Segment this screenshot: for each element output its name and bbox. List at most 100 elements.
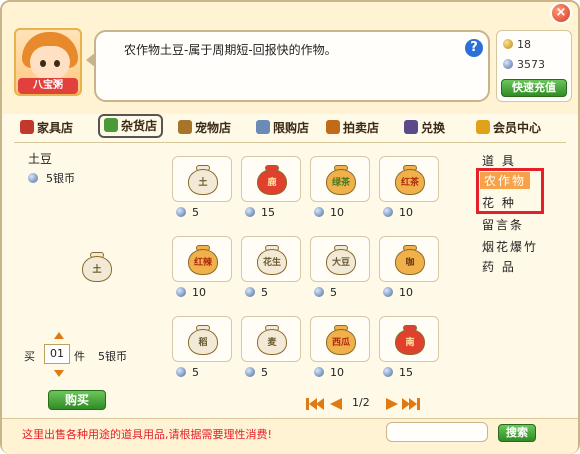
bag-label: 鹿: [267, 178, 277, 188]
tab-2[interactable]: 宠物店: [178, 116, 231, 140]
item-price: 10: [383, 206, 413, 219]
close-button[interactable]: ×: [550, 2, 572, 24]
item-slot[interactable]: 绿茶 10: [310, 156, 370, 222]
next-page-icon[interactable]: [386, 398, 398, 410]
seed-bag-icon: 咖: [393, 245, 427, 275]
silver-coin-icon: [176, 207, 186, 217]
silver-coin-icon: [383, 287, 393, 297]
last-page-icon[interactable]: [402, 398, 420, 410]
item-frame[interactable]: 花生: [241, 236, 301, 282]
tab-1[interactable]: 杂货店: [98, 114, 164, 138]
item-price: 10: [176, 286, 206, 299]
item-price: 5: [314, 286, 337, 299]
item-frame[interactable]: 麦: [241, 316, 301, 362]
bag-label: 土: [198, 178, 208, 188]
item-price: 10: [314, 206, 344, 219]
item-slot[interactable]: 咖 10: [379, 236, 439, 302]
seed-bag-icon: 大豆: [324, 245, 358, 275]
item-slot[interactable]: 红茶 10: [379, 156, 439, 222]
category-item[interactable]: 药 品: [482, 258, 516, 275]
category-item[interactable]: 留言条: [482, 216, 524, 233]
seed-bag-icon: 麦: [255, 325, 289, 355]
recharge-button[interactable]: 快速充值: [501, 79, 567, 97]
tab-label: 限购店: [273, 121, 310, 135]
category-item[interactable]: 烟花爆竹: [482, 238, 538, 255]
tab-label: 宠物店: [195, 121, 232, 135]
silver-coin-icon: [314, 287, 324, 297]
item-slot[interactable]: 花生 5: [241, 236, 301, 302]
help-icon[interactable]: ?: [465, 39, 483, 57]
prev-page-icon[interactable]: [330, 398, 342, 410]
seed-bag-icon: 红辣: [186, 245, 220, 275]
silver-balance: 3573: [503, 57, 545, 73]
seed-bag-icon: 西瓜: [324, 325, 358, 355]
tab-label: 杂货店: [121, 119, 158, 133]
item-slot[interactable]: 鹿 15: [241, 156, 301, 222]
seed-bag-icon: 绿茶: [324, 165, 358, 195]
bag-label: 南: [405, 338, 415, 348]
category-item[interactable]: 农作物: [480, 172, 531, 189]
seed-bag-icon: 南: [393, 325, 427, 355]
tab-0[interactable]: 家具店: [20, 116, 73, 140]
item-frame[interactable]: 绿茶: [310, 156, 370, 202]
silver-coin-icon: [383, 207, 393, 217]
seed-bag-icon: 稻: [186, 325, 220, 355]
silver-coin-icon: [383, 367, 393, 377]
silver-coin-icon: [503, 59, 513, 69]
gold-coin-icon: [503, 39, 513, 49]
quantity-input[interactable]: 01: [44, 344, 70, 364]
quantity-total: 5银币: [98, 350, 127, 363]
item-frame[interactable]: 稻: [172, 316, 232, 362]
silver-coin-icon: [314, 367, 324, 377]
silver-coin-icon: [28, 173, 38, 183]
item-slot[interactable]: 红辣 10: [172, 236, 232, 302]
item-frame[interactable]: 咖: [379, 236, 439, 282]
item-frame[interactable]: 鹿: [241, 156, 301, 202]
search-input[interactable]: [386, 422, 488, 442]
detail-item-name: 土豆: [28, 152, 53, 166]
tab-6[interactable]: 会员中心: [476, 116, 541, 140]
bag-label: 红辣: [193, 258, 212, 268]
item-frame[interactable]: 红茶: [379, 156, 439, 202]
gold-balance: 18: [503, 37, 531, 53]
clover-icon: [104, 118, 118, 132]
shop-window: × 八宝粥 农作物土豆-属于周期短-回报快的作物。 ? 18 3573 快速充值…: [0, 0, 580, 454]
search-button[interactable]: 搜索: [498, 424, 536, 442]
item-slot[interactable]: 西瓜 10: [310, 316, 370, 382]
item-slot[interactable]: 稻5: [172, 316, 232, 382]
item-price: 5: [245, 286, 268, 299]
item-slot[interactable]: 麦5: [241, 316, 301, 382]
hammer-icon: [326, 120, 340, 134]
first-page-icon[interactable]: [306, 398, 324, 410]
tab-5[interactable]: 兑换: [404, 116, 445, 140]
item-slot[interactable]: 南 15: [379, 316, 439, 382]
tab-divider: [14, 142, 566, 143]
category-item[interactable]: 道 具: [482, 152, 516, 169]
item-slot[interactable]: 大豆 5: [310, 236, 370, 302]
quantity-down-icon[interactable]: [54, 370, 64, 377]
item-frame[interactable]: 大豆: [310, 236, 370, 282]
item-frame[interactable]: 西瓜: [310, 316, 370, 362]
item-price: 15: [383, 366, 413, 379]
silver-coin-icon: [245, 367, 255, 377]
quantity-up-icon[interactable]: [54, 332, 64, 339]
quantity-unit: 件: [74, 350, 85, 363]
tab-label: 拍卖店: [343, 121, 380, 135]
avatar-eye: [40, 60, 46, 67]
tab-3[interactable]: 限购店: [256, 116, 309, 140]
seed-bag-icon: 土: [80, 252, 114, 282]
buy-button[interactable]: 购买: [48, 390, 106, 410]
category-item[interactable]: 花 种: [482, 194, 516, 211]
bag-label: 大豆: [331, 258, 350, 268]
silver-coin-icon: [245, 287, 255, 297]
bag-label: 麦: [267, 338, 277, 348]
item-price: 5: [176, 366, 199, 379]
tab-4[interactable]: 拍卖店: [326, 116, 379, 140]
item-frame[interactable]: 红辣: [172, 236, 232, 282]
item-frame[interactable]: 南: [379, 316, 439, 362]
item-frame[interactable]: 土: [172, 156, 232, 202]
quantity-stepper: 买 01 件 5银币: [24, 332, 144, 382]
bag-label: 咖: [405, 258, 415, 268]
item-price: 10: [383, 286, 413, 299]
item-slot[interactable]: 土5: [172, 156, 232, 222]
